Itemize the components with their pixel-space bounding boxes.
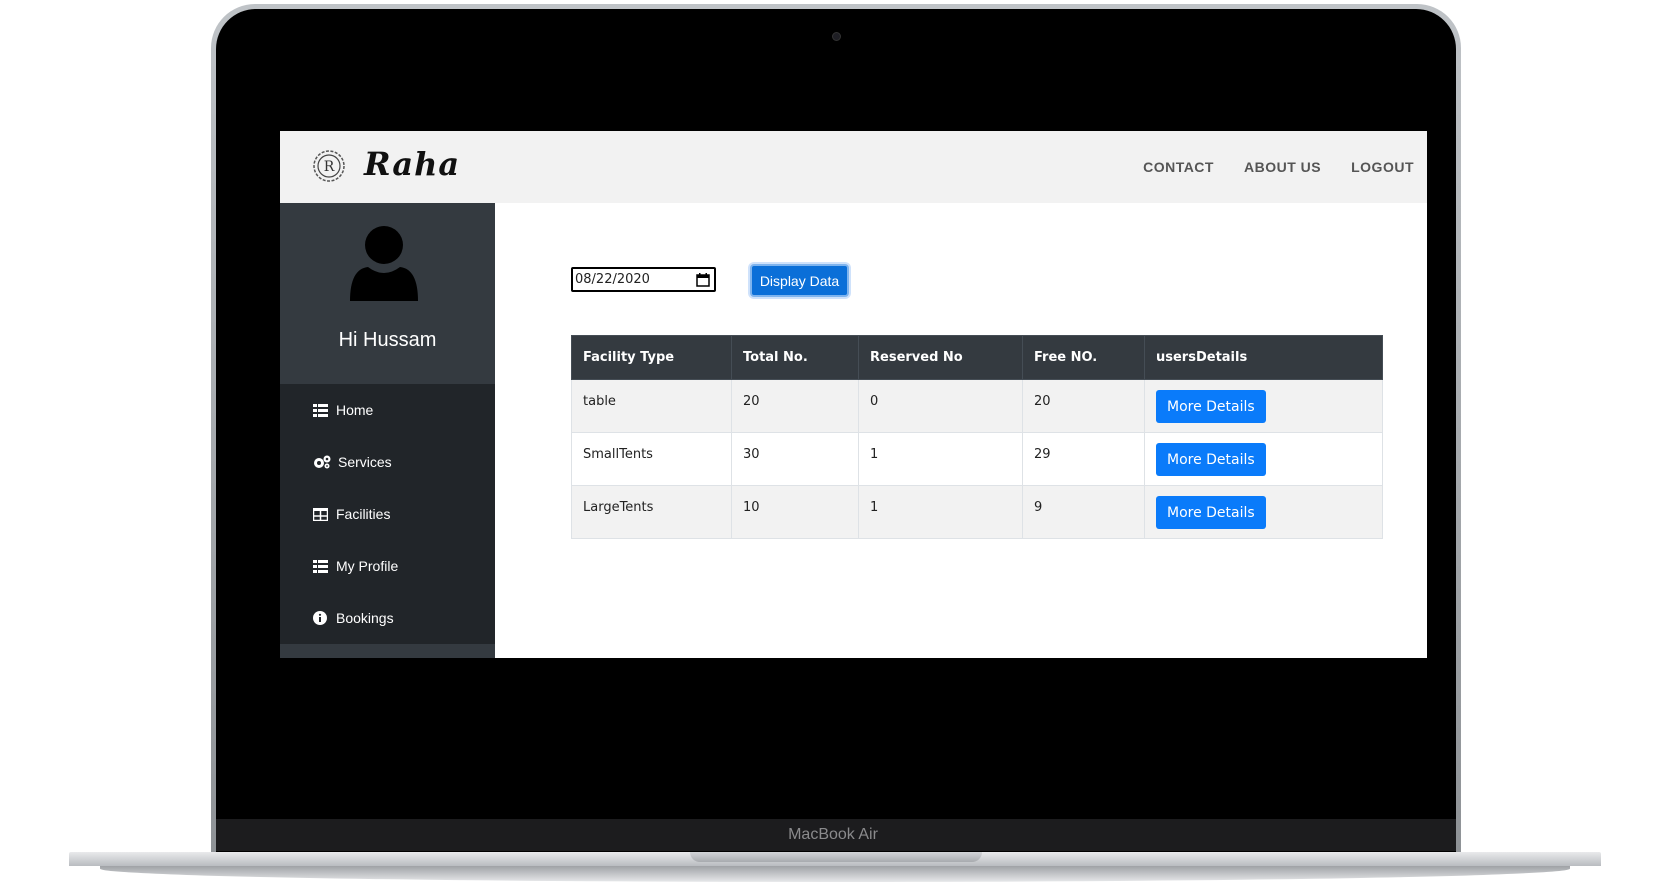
main-content: 08/22/2020 Display Data Facility Type To… <box>495 203 1427 658</box>
column-header: Total No. <box>731 335 859 380</box>
stage: MacBook Air R Raha CONTACT ABOUT US LOGO… <box>0 0 1666 895</box>
nav-logout[interactable]: LOGOUT <box>1351 159 1414 175</box>
device-label: MacBook Air <box>788 826 878 843</box>
table-cell: 9 <box>1022 485 1145 539</box>
table-cell: 29 <box>1022 432 1145 486</box>
top-nav: CONTACT ABOUT US LOGOUT <box>1143 159 1414 175</box>
table-cell: 1 <box>858 432 1023 486</box>
grid-icon <box>313 403 328 417</box>
display-data-button[interactable]: Display Data <box>750 264 849 297</box>
info-icon <box>313 611 327 625</box>
table-cell: 10 <box>731 485 859 539</box>
more-details-button[interactable]: More Details <box>1156 443 1266 476</box>
date-input-value: 08/22/2020 <box>575 272 650 287</box>
sidebar-item-bookings[interactable]: Bookings <box>280 592 495 644</box>
column-header: Reserved No <box>858 335 1023 380</box>
sidebar-item-services[interactable]: Services <box>280 436 495 488</box>
more-details-button[interactable]: More Details <box>1156 496 1266 529</box>
table-cell: table <box>571 379 732 433</box>
sidebar-item-my-profile[interactable]: My Profile <box>280 540 495 592</box>
nav-contact[interactable]: CONTACT <box>1143 159 1214 175</box>
table-cell: 30 <box>731 432 859 486</box>
table-cell: LargeTents <box>571 485 732 539</box>
sidebar-item-facilities[interactable]: Facilities <box>280 488 495 540</box>
table-cell: 0 <box>858 379 1023 433</box>
gears-icon <box>314 455 331 469</box>
sidebar-item-home[interactable]: Home <box>280 384 495 436</box>
app-screen: R Raha CONTACT ABOUT US LOGOUT Hi Hussam <box>280 131 1427 658</box>
user-greeting: Hi Hussam <box>338 329 437 351</box>
laptop-foot <box>100 866 1570 882</box>
column-header: usersDetails <box>1144 335 1383 380</box>
brand-name[interactable]: Raha <box>364 145 460 183</box>
date-input[interactable]: 08/22/2020 <box>571 267 716 292</box>
sidebar-menu: Home Services Facilities My Profile Book… <box>280 384 495 644</box>
sidebar-footer <box>280 644 495 658</box>
sidebar: Hi Hussam Home Services Facilities My Pr… <box>280 203 495 658</box>
column-header: Free NO. <box>1022 335 1145 380</box>
more-details-button[interactable]: More Details <box>1156 390 1266 423</box>
calendar-icon[interactable] <box>696 273 710 287</box>
column-header: Facility Type <box>571 335 732 380</box>
sidebar-item-label: Bookings <box>336 610 394 626</box>
sidebar-item-label: My Profile <box>336 558 399 574</box>
svg-text:R: R <box>324 159 335 175</box>
table-cell: 20 <box>731 379 859 433</box>
table-cell: 1 <box>858 485 1023 539</box>
table-row: table 20 0 20 More Details <box>571 379 1383 433</box>
laptop-notch <box>690 852 982 862</box>
table-cell: More Details <box>1144 432 1383 486</box>
avatar-icon <box>350 226 418 301</box>
logo-emblem-icon[interactable]: R <box>312 149 346 183</box>
table-icon <box>313 507 328 521</box>
table-cell: More Details <box>1144 485 1383 539</box>
grid-icon <box>313 559 328 573</box>
nav-about-us[interactable]: ABOUT US <box>1244 159 1321 175</box>
table-cell: SmallTents <box>571 432 732 486</box>
table-row: SmallTents 30 1 29 More Details <box>571 432 1383 486</box>
facilities-table: Facility Type Total No. Reserved No Free… <box>571 335 1383 539</box>
top-navbar: R Raha CONTACT ABOUT US LOGOUT <box>280 131 1427 203</box>
table-header-row: Facility Type Total No. Reserved No Free… <box>571 335 1383 380</box>
table-cell: 20 <box>1022 379 1145 433</box>
sidebar-item-label: Facilities <box>336 506 391 522</box>
camera-icon <box>832 32 841 41</box>
sidebar-item-label: Home <box>336 402 374 418</box>
profile-card: Hi Hussam <box>280 203 495 384</box>
sidebar-item-label: Services <box>338 454 392 470</box>
table-row: LargeTents 10 1 9 More Details <box>571 485 1383 539</box>
table-cell: More Details <box>1144 379 1383 433</box>
